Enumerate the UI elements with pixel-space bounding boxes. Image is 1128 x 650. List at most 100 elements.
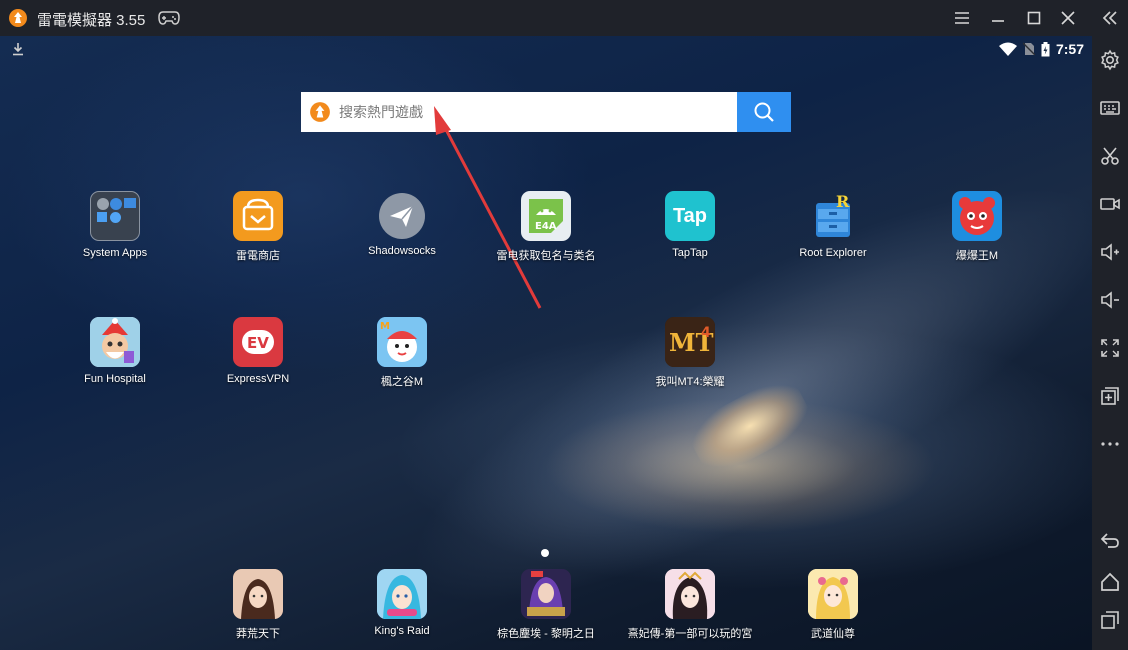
side-toolbar — [1092, 0, 1128, 650]
ldplayer-logo-icon — [310, 102, 330, 122]
volume-down-button[interactable] — [1098, 288, 1122, 312]
app-label: Shadowsocks — [368, 245, 436, 257]
search-input[interactable] — [339, 92, 737, 132]
dock-app-manghuang-tianxia[interactable]: 莽荒天下 — [188, 569, 328, 641]
screenshot-button[interactable] — [1098, 144, 1122, 168]
page-indicator-dot[interactable] — [541, 549, 549, 557]
app-maplestory-m[interactable]: M 楓之谷M — [332, 317, 472, 389]
game-icon — [952, 191, 1002, 241]
window-title: 雷電模擬器 3.55 — [37, 12, 146, 29]
keyboard-icon — [1100, 101, 1120, 115]
search-button[interactable] — [737, 92, 791, 132]
app-taptap[interactable]: Tap TapTap — [620, 191, 760, 259]
app-label: 雷電商店 — [236, 250, 280, 262]
dock-app-wudao-xianzun[interactable]: 武道仙尊 — [763, 569, 903, 641]
home-button[interactable] — [1098, 570, 1122, 594]
home-icon — [1101, 572, 1119, 591]
menu-button[interactable] — [950, 6, 974, 30]
app-shadowsocks[interactable]: Shadowsocks — [332, 191, 472, 257]
double-chevron-left-icon — [1102, 11, 1117, 25]
no-sim-icon — [1022, 42, 1035, 56]
video-camera-icon — [1100, 198, 1120, 210]
svg-text:EV: EV — [247, 334, 269, 352]
ldplayer-logo-icon — [9, 9, 27, 27]
svg-text:R: R — [836, 192, 850, 211]
volume-up-icon — [1101, 243, 1119, 261]
record-video-button[interactable] — [1098, 192, 1122, 216]
wifi-icon — [998, 42, 1017, 56]
search-icon — [754, 102, 774, 122]
fullscreen-icon — [1101, 339, 1119, 357]
game-icon — [665, 569, 715, 619]
dock-app-brown-dust[interactable]: 棕色塵埃 - 黎明之日 — [476, 569, 616, 641]
app-label: 熹妃傳-第一部可以玩的宮 — [627, 628, 753, 640]
app-label: 棕色塵埃 - 黎明之日 — [497, 628, 595, 640]
app-label: 雷电获取包名与类名 — [496, 250, 596, 262]
android-home-screen: 7:57 System Apps — [0, 36, 1092, 650]
game-icon — [233, 569, 283, 619]
collapse-toolbar-button[interactable] — [1098, 6, 1122, 30]
app-label: ExpressVPN — [226, 373, 290, 385]
app-label: King's Raid — [374, 625, 430, 637]
fullscreen-button[interactable] — [1098, 336, 1122, 360]
app-label: 爆爆王M — [955, 250, 999, 262]
taptap-icon: Tap — [665, 191, 715, 241]
gear-icon — [1101, 49, 1119, 71]
recent-apps-icon — [1101, 611, 1119, 629]
game-icon — [90, 317, 140, 367]
close-button[interactable] — [1056, 6, 1080, 30]
volume-down-icon — [1101, 291, 1119, 309]
app-label: 我叫MT4:榮耀 — [655, 376, 725, 388]
game-icon — [808, 569, 858, 619]
settings-button[interactable] — [1098, 48, 1122, 72]
game-icon: M — [377, 317, 427, 367]
status-bar-right: 7:57 — [998, 40, 1084, 58]
search-logo — [301, 92, 339, 132]
download-notification-icon[interactable] — [12, 42, 24, 56]
app-expressvpn[interactable]: EV ExpressVPN — [188, 317, 328, 385]
game-icon — [377, 569, 427, 619]
volume-up-button[interactable] — [1098, 240, 1122, 264]
minimize-icon — [992, 20, 1004, 22]
dock-app-xifei-zhuan[interactable]: 熹妃傳-第一部可以玩的宮 — [620, 569, 760, 641]
install-apk-button[interactable] — [1098, 384, 1122, 408]
search-bar[interactable] — [301, 92, 791, 132]
app-system-apps[interactable]: System Apps — [45, 191, 185, 259]
app-label: 莽荒天下 — [236, 628, 280, 640]
app-label: Fun Hospital — [84, 373, 146, 385]
scissors-icon — [1101, 147, 1119, 165]
more-button[interactable] — [1098, 432, 1122, 456]
root-explorer-icon: R — [808, 191, 858, 241]
back-button[interactable] — [1098, 528, 1122, 552]
dock-app-kings-raid[interactable]: King's Raid — [332, 569, 472, 637]
app-fun-hospital[interactable]: Fun Hospital — [45, 317, 185, 385]
app-label: TapTap — [672, 247, 708, 259]
recent-apps-button[interactable] — [1098, 608, 1122, 632]
app-label: System Apps — [82, 247, 148, 259]
back-arrow-icon — [1100, 533, 1119, 548]
paper-plane-icon — [379, 193, 425, 239]
app-ld-store[interactable]: 雷電商店 — [188, 191, 328, 263]
close-icon — [1061, 11, 1075, 25]
game-icon: MT 4 — [665, 317, 715, 367]
minimize-button[interactable] — [986, 6, 1010, 30]
svg-text:4: 4 — [701, 325, 711, 341]
expressvpn-icon: EV — [233, 317, 283, 367]
store-icon — [233, 191, 283, 241]
maximize-icon — [1027, 11, 1041, 25]
game-icon — [521, 569, 571, 619]
gamepad-icon[interactable] — [158, 10, 180, 26]
app-baobao-wang-m[interactable]: 爆爆王M — [907, 191, 1047, 263]
app-package-name-getter[interactable]: E4A 雷电获取包名与类名 — [476, 191, 616, 263]
app-label: 武道仙尊 — [811, 628, 855, 640]
app-root-explorer[interactable]: R Root Explorer — [763, 191, 903, 259]
keyboard-mapping-button[interactable] — [1098, 96, 1122, 120]
app-label: Root Explorer — [799, 247, 867, 259]
svg-text:M: M — [380, 321, 390, 332]
add-window-icon — [1101, 387, 1119, 405]
svg-text:E4A: E4A — [535, 221, 557, 232]
battery-charging-icon — [1041, 41, 1050, 56]
maximize-button[interactable] — [1022, 6, 1046, 30]
android-icon: E4A — [521, 191, 571, 241]
app-mt4-glory[interactable]: MT 4 我叫MT4:榮耀 — [620, 317, 760, 389]
